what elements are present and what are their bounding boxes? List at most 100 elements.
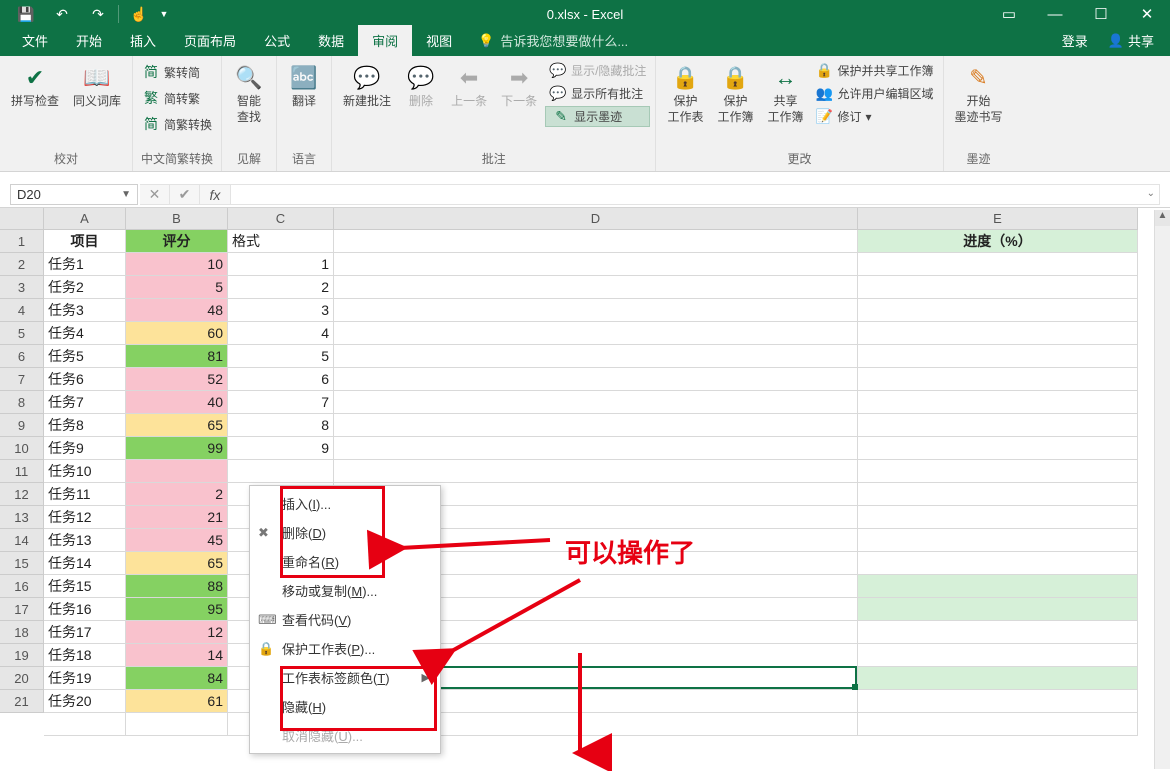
- row-header-6[interactable]: 6: [0, 345, 44, 368]
- cell[interactable]: [858, 483, 1138, 506]
- ctx-delete[interactable]: ✖删除(D): [250, 518, 440, 547]
- cell[interactable]: [334, 437, 858, 460]
- col-header-D[interactable]: D: [334, 208, 858, 230]
- row-header-12[interactable]: 12: [0, 483, 44, 506]
- cell[interactable]: [858, 322, 1138, 345]
- row-header-18[interactable]: 18: [0, 621, 44, 644]
- row-header-20[interactable]: 20: [0, 667, 44, 690]
- cell[interactable]: 任务8: [44, 414, 126, 437]
- row-header-14[interactable]: 14: [0, 529, 44, 552]
- cell[interactable]: 84: [126, 667, 228, 690]
- tab-data[interactable]: 数据: [304, 25, 358, 56]
- cell[interactable]: 21: [126, 506, 228, 529]
- cell[interactable]: 45: [126, 529, 228, 552]
- cell[interactable]: 48: [126, 299, 228, 322]
- cell[interactable]: 65: [126, 552, 228, 575]
- ctx-rename[interactable]: 重命名(R): [250, 547, 440, 576]
- row-header-21[interactable]: 21: [0, 690, 44, 713]
- cell[interactable]: [858, 276, 1138, 299]
- cell[interactable]: 任务1: [44, 253, 126, 276]
- cell[interactable]: [858, 690, 1138, 713]
- cell[interactable]: 任务15: [44, 575, 126, 598]
- cell[interactable]: 52: [126, 368, 228, 391]
- row-headers[interactable]: 123456789101112131415161718192021: [0, 230, 44, 713]
- cell[interactable]: [126, 713, 228, 736]
- protect-sheet-button[interactable]: 🔒保护 工作表: [661, 60, 709, 127]
- cell[interactable]: 格式: [228, 230, 334, 253]
- cell[interactable]: 99: [126, 437, 228, 460]
- cell[interactable]: 14: [126, 644, 228, 667]
- share-workbook-button[interactable]: ↔共享 工作簿: [761, 60, 809, 127]
- row-header-13[interactable]: 13: [0, 506, 44, 529]
- cell[interactable]: [858, 299, 1138, 322]
- minimize-icon[interactable]: —: [1032, 0, 1078, 28]
- ctx-movecopy[interactable]: 移动或复制(M)...: [250, 576, 440, 605]
- translate-button[interactable]: 🔤翻译: [282, 60, 326, 112]
- simp-to-trad-button[interactable]: 繁简转繁: [138, 86, 216, 110]
- cell[interactable]: 10: [126, 253, 228, 276]
- row-header-10[interactable]: 10: [0, 437, 44, 460]
- formula-input[interactable]: ⌄: [231, 184, 1160, 205]
- cell[interactable]: 5: [228, 345, 334, 368]
- undo-icon[interactable]: ↶: [44, 0, 80, 28]
- cell[interactable]: 评分: [126, 230, 228, 253]
- row-header-1[interactable]: 1: [0, 230, 44, 253]
- cancel-icon[interactable]: ✕: [140, 185, 170, 204]
- cell[interactable]: 12: [126, 621, 228, 644]
- cell[interactable]: [858, 529, 1138, 552]
- tab-view[interactable]: 视图: [412, 25, 466, 56]
- qat-customize-icon[interactable]: ▼: [157, 0, 171, 28]
- touch-mode-icon[interactable]: ☝: [121, 0, 157, 28]
- col-header-A[interactable]: A: [44, 208, 126, 230]
- col-header-E[interactable]: E: [858, 208, 1138, 230]
- fx-icon[interactable]: fx: [200, 185, 230, 204]
- cell[interactable]: 任务12: [44, 506, 126, 529]
- row-header-9[interactable]: 9: [0, 414, 44, 437]
- cell[interactable]: 任务13: [44, 529, 126, 552]
- tab-file[interactable]: 文件: [8, 25, 62, 56]
- cell[interactable]: [334, 322, 858, 345]
- new-comment-button[interactable]: 💬新建批注: [337, 60, 397, 112]
- prev-comment-button[interactable]: ⬅上一条: [445, 60, 493, 112]
- row-header-5[interactable]: 5: [0, 322, 44, 345]
- expand-formula-icon[interactable]: ⌄: [1147, 188, 1155, 199]
- row-header-8[interactable]: 8: [0, 391, 44, 414]
- login-button[interactable]: 登录: [1052, 25, 1098, 56]
- cell[interactable]: 任务9: [44, 437, 126, 460]
- trad-to-simp-button[interactable]: 简繁转简: [138, 60, 216, 84]
- cell[interactable]: 95: [126, 598, 228, 621]
- cell[interactable]: [858, 437, 1138, 460]
- next-comment-button[interactable]: ➡下一条: [495, 60, 543, 112]
- tab-home[interactable]: 开始: [62, 25, 116, 56]
- cell[interactable]: [858, 391, 1138, 414]
- close-icon[interactable]: ✕: [1124, 0, 1170, 28]
- cell[interactable]: [858, 575, 1138, 598]
- ribbon-options-icon[interactable]: ▭: [986, 0, 1032, 28]
- ctx-protect[interactable]: 🔒保护工作表(P)...: [250, 634, 440, 663]
- cell[interactable]: 9: [228, 437, 334, 460]
- cell[interactable]: [858, 253, 1138, 276]
- row-header-3[interactable]: 3: [0, 276, 44, 299]
- tab-review[interactable]: 审阅: [358, 25, 412, 56]
- column-headers[interactable]: ABCDE: [44, 208, 1138, 230]
- cell[interactable]: 任务3: [44, 299, 126, 322]
- cell[interactable]: 任务5: [44, 345, 126, 368]
- cell[interactable]: 40: [126, 391, 228, 414]
- cells[interactable]: 项目评分格式进度（%）任务1101任务252任务3483任务4604任务5815…: [44, 230, 1138, 736]
- cell[interactable]: [334, 368, 858, 391]
- enter-icon[interactable]: ✔: [170, 185, 200, 204]
- col-header-C[interactable]: C: [228, 208, 334, 230]
- row-header-4[interactable]: 4: [0, 299, 44, 322]
- cell[interactable]: 60: [126, 322, 228, 345]
- cell[interactable]: 3: [228, 299, 334, 322]
- name-box[interactable]: D20 ▼: [10, 184, 138, 205]
- share-button[interactable]: 👤 共享: [1098, 25, 1164, 56]
- show-all-comments-button[interactable]: 💬显示所有批注: [545, 83, 650, 104]
- tell-me-search[interactable]: 💡 告诉我您想要做什么...: [466, 25, 640, 56]
- cell[interactable]: 任务17: [44, 621, 126, 644]
- cell[interactable]: [858, 667, 1138, 690]
- cell[interactable]: 任务7: [44, 391, 126, 414]
- cell[interactable]: 任务20: [44, 690, 126, 713]
- cell[interactable]: [858, 368, 1138, 391]
- ctx-viewcode[interactable]: ⌨查看代码(V): [250, 605, 440, 634]
